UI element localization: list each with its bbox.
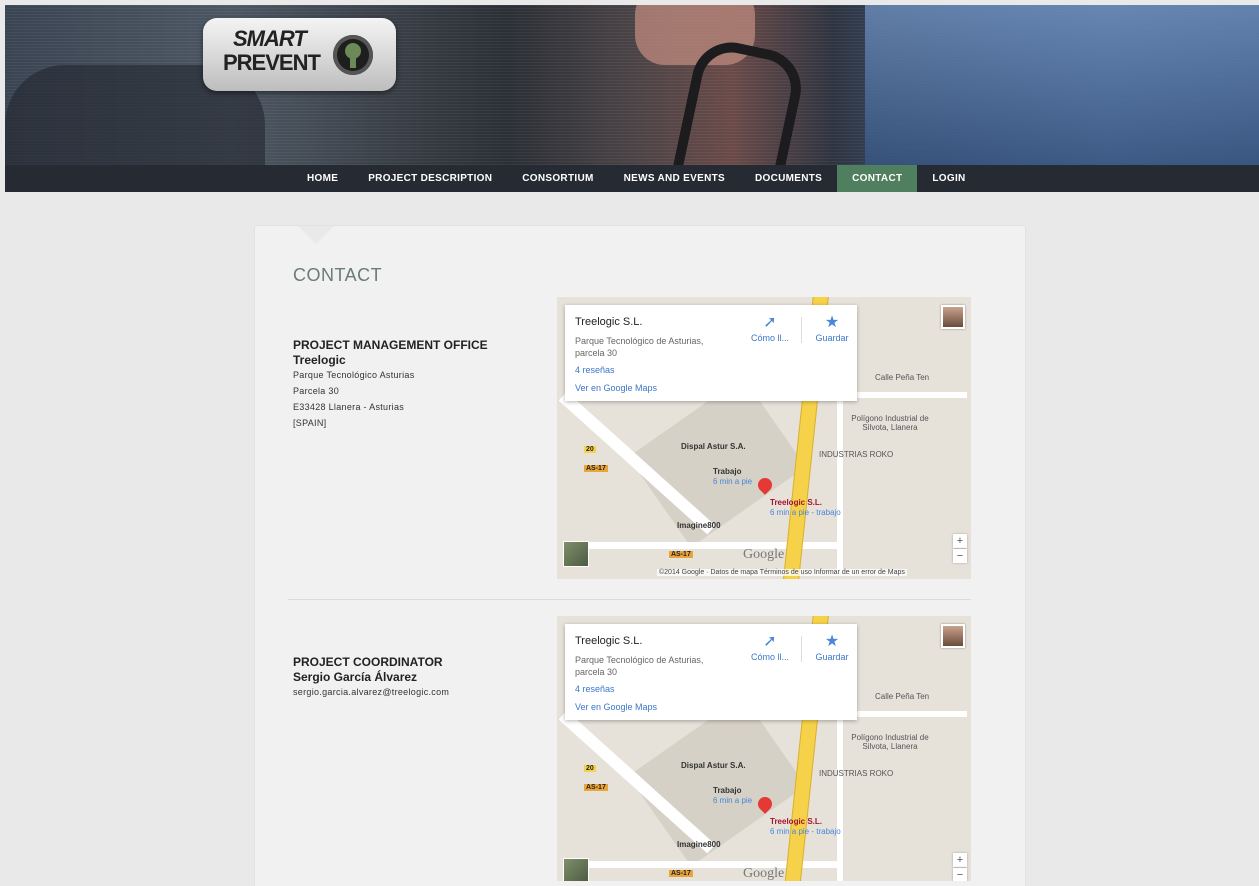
directions-button[interactable]: ➚ Cómo ll...	[740, 632, 800, 662]
save-label: Guardar	[815, 652, 849, 662]
logo-text-smart: SMART	[233, 26, 307, 51]
walk-time-label: 6 min a pie - trabajo	[770, 827, 841, 836]
road-shield: AS-17	[584, 784, 608, 791]
nav-project-description[interactable]: PROJECT DESCRIPTION	[353, 165, 507, 192]
map-footer[interactable]: ©2014 Google · Datos de mapa Términos de…	[657, 569, 907, 576]
contact-subheading: Treelogic	[293, 353, 346, 367]
satellite-toggle[interactable]	[563, 858, 589, 881]
address-line: Parcela 30	[293, 386, 340, 396]
road-shield: AS-17	[584, 465, 608, 472]
address-line: Parque Tecnológico Asturias	[293, 370, 415, 380]
area-label: Polígono Industrial de Silvota, Llanera	[851, 414, 929, 432]
area-label: Polígono Industrial de Silvota, Llanera	[851, 733, 929, 751]
save-button[interactable]: ★ Guardar	[807, 313, 857, 343]
map-embed[interactable]: Treelogic S.L. Parque Tecnológico de Ast…	[557, 616, 971, 881]
save-button[interactable]: ★ Guardar	[807, 632, 857, 662]
reviews-link[interactable]: 4 reseñas	[575, 684, 615, 694]
card-separator	[801, 317, 802, 343]
road-shield: 20	[584, 446, 596, 453]
place-label: INDUSTRIAS ROKO	[819, 769, 894, 778]
site-logo[interactable]: SMART PREVENT	[203, 18, 396, 91]
zoom-out-button[interactable]: −	[953, 868, 967, 881]
place-label: Trabajo	[713, 467, 742, 476]
page-title: CONTACT	[293, 265, 383, 285]
street-label: Calle Peña Ten	[875, 692, 930, 701]
place-label: Imagine800	[677, 521, 721, 530]
view-in-maps-link[interactable]: Ver en Google Maps	[575, 702, 657, 712]
logo-text-prevent: PREVENT	[223, 50, 321, 75]
card-separator	[801, 636, 802, 662]
section-divider	[288, 599, 971, 600]
place-label: INDUSTRIAS ROKO	[819, 450, 894, 459]
map-road	[837, 711, 843, 881]
panel-notch	[298, 226, 334, 244]
contact-heading: PROJECT COORDINATOR	[293, 655, 443, 669]
place-label: Trabajo	[713, 786, 742, 795]
address-line: [SPAIN]	[293, 418, 327, 428]
satellite-toggle[interactable]	[563, 541, 589, 567]
place-label: Dispal Astur S.A.	[681, 442, 746, 451]
directions-label: Cómo ll...	[750, 652, 789, 662]
nav-contact[interactable]: CONTACT	[837, 165, 918, 192]
nav-documents[interactable]: DOCUMENTS	[740, 165, 837, 192]
map-road	[837, 392, 843, 572]
walk-time-label: 6 min a pie	[713, 477, 753, 486]
main-nav: HOME PROJECT DESCRIPTION CONSORTIUM NEWS…	[5, 165, 1259, 192]
nav-consortium[interactable]: CONSORTIUM	[507, 165, 608, 192]
google-logo: Google	[743, 866, 785, 881]
place-name: Treelogic S.L.	[575, 635, 643, 647]
place-name: Treelogic S.L.	[575, 316, 643, 328]
directions-label: Cómo ll...	[750, 333, 789, 343]
keyhole-icon	[333, 35, 373, 75]
place-card: Treelogic S.L. Parque Tecnológico de Ast…	[565, 624, 857, 720]
road-shield: AS-17	[669, 551, 693, 558]
address-line: E33428 Llanera - Asturias	[293, 402, 405, 412]
place-address: Parque Tecnológico de Asturias, parcela …	[575, 655, 704, 677]
contact-subheading: Sergio García Álvarez	[293, 670, 418, 684]
zoom-in-button[interactable]: +	[953, 534, 967, 548]
star-icon: ★	[824, 633, 840, 650]
contact-heading: PROJECT MANAGEMENT OFFICE	[293, 338, 488, 352]
zoom-in-button[interactable]: +	[953, 853, 967, 867]
road-shield: 20	[584, 765, 596, 772]
user-avatar[interactable]	[941, 624, 965, 648]
walk-time-label: 6 min a pie	[713, 796, 753, 805]
header-banner	[5, 5, 1259, 165]
place-card: Treelogic S.L. Parque Tecnológico de Ast…	[565, 305, 857, 401]
contact-block-office: PROJECT MANAGEMENT OFFICE Treelogic Parq…	[293, 338, 543, 431]
place-label: Dispal Astur S.A.	[681, 761, 746, 770]
zoom-out-button[interactable]: −	[953, 549, 967, 563]
directions-icon: ➚	[763, 314, 777, 331]
save-label: Guardar	[815, 333, 849, 343]
directions-button[interactable]: ➚ Cómo ll...	[740, 313, 800, 343]
star-icon: ★	[824, 314, 840, 331]
place-label: Imagine800	[677, 840, 721, 849]
nav-home[interactable]: HOME	[292, 165, 353, 192]
directions-icon: ➚	[763, 633, 777, 650]
user-avatar[interactable]	[941, 305, 965, 329]
reviews-link[interactable]: 4 reseñas	[575, 365, 615, 375]
email-link[interactable]: sergio.garcia.alvarez@treelogic.com	[293, 684, 543, 700]
pin-label: Treelogic S.L.	[770, 498, 823, 507]
pin-label: Treelogic S.L.	[770, 817, 823, 826]
contact-block-coordinator: PROJECT COORDINATOR Sergio García Álvare…	[293, 655, 543, 700]
street-label: Calle Peña Ten	[875, 373, 930, 382]
place-address: Parque Tecnológico de Asturias, parcela …	[575, 336, 704, 358]
google-logo: Google	[743, 547, 785, 562]
road-shield: AS-17	[669, 870, 693, 877]
map-embed[interactable]: Treelogic S.L. Parque Tecnológico de Ast…	[557, 297, 971, 579]
nav-news-and-events[interactable]: NEWS AND EVENTS	[609, 165, 740, 192]
walk-time-label: 6 min a pie - trabajo	[770, 508, 841, 517]
banner-jeans	[865, 5, 1259, 165]
view-in-maps-link[interactable]: Ver en Google Maps	[575, 383, 657, 393]
nav-login[interactable]: LOGIN	[917, 165, 980, 192]
